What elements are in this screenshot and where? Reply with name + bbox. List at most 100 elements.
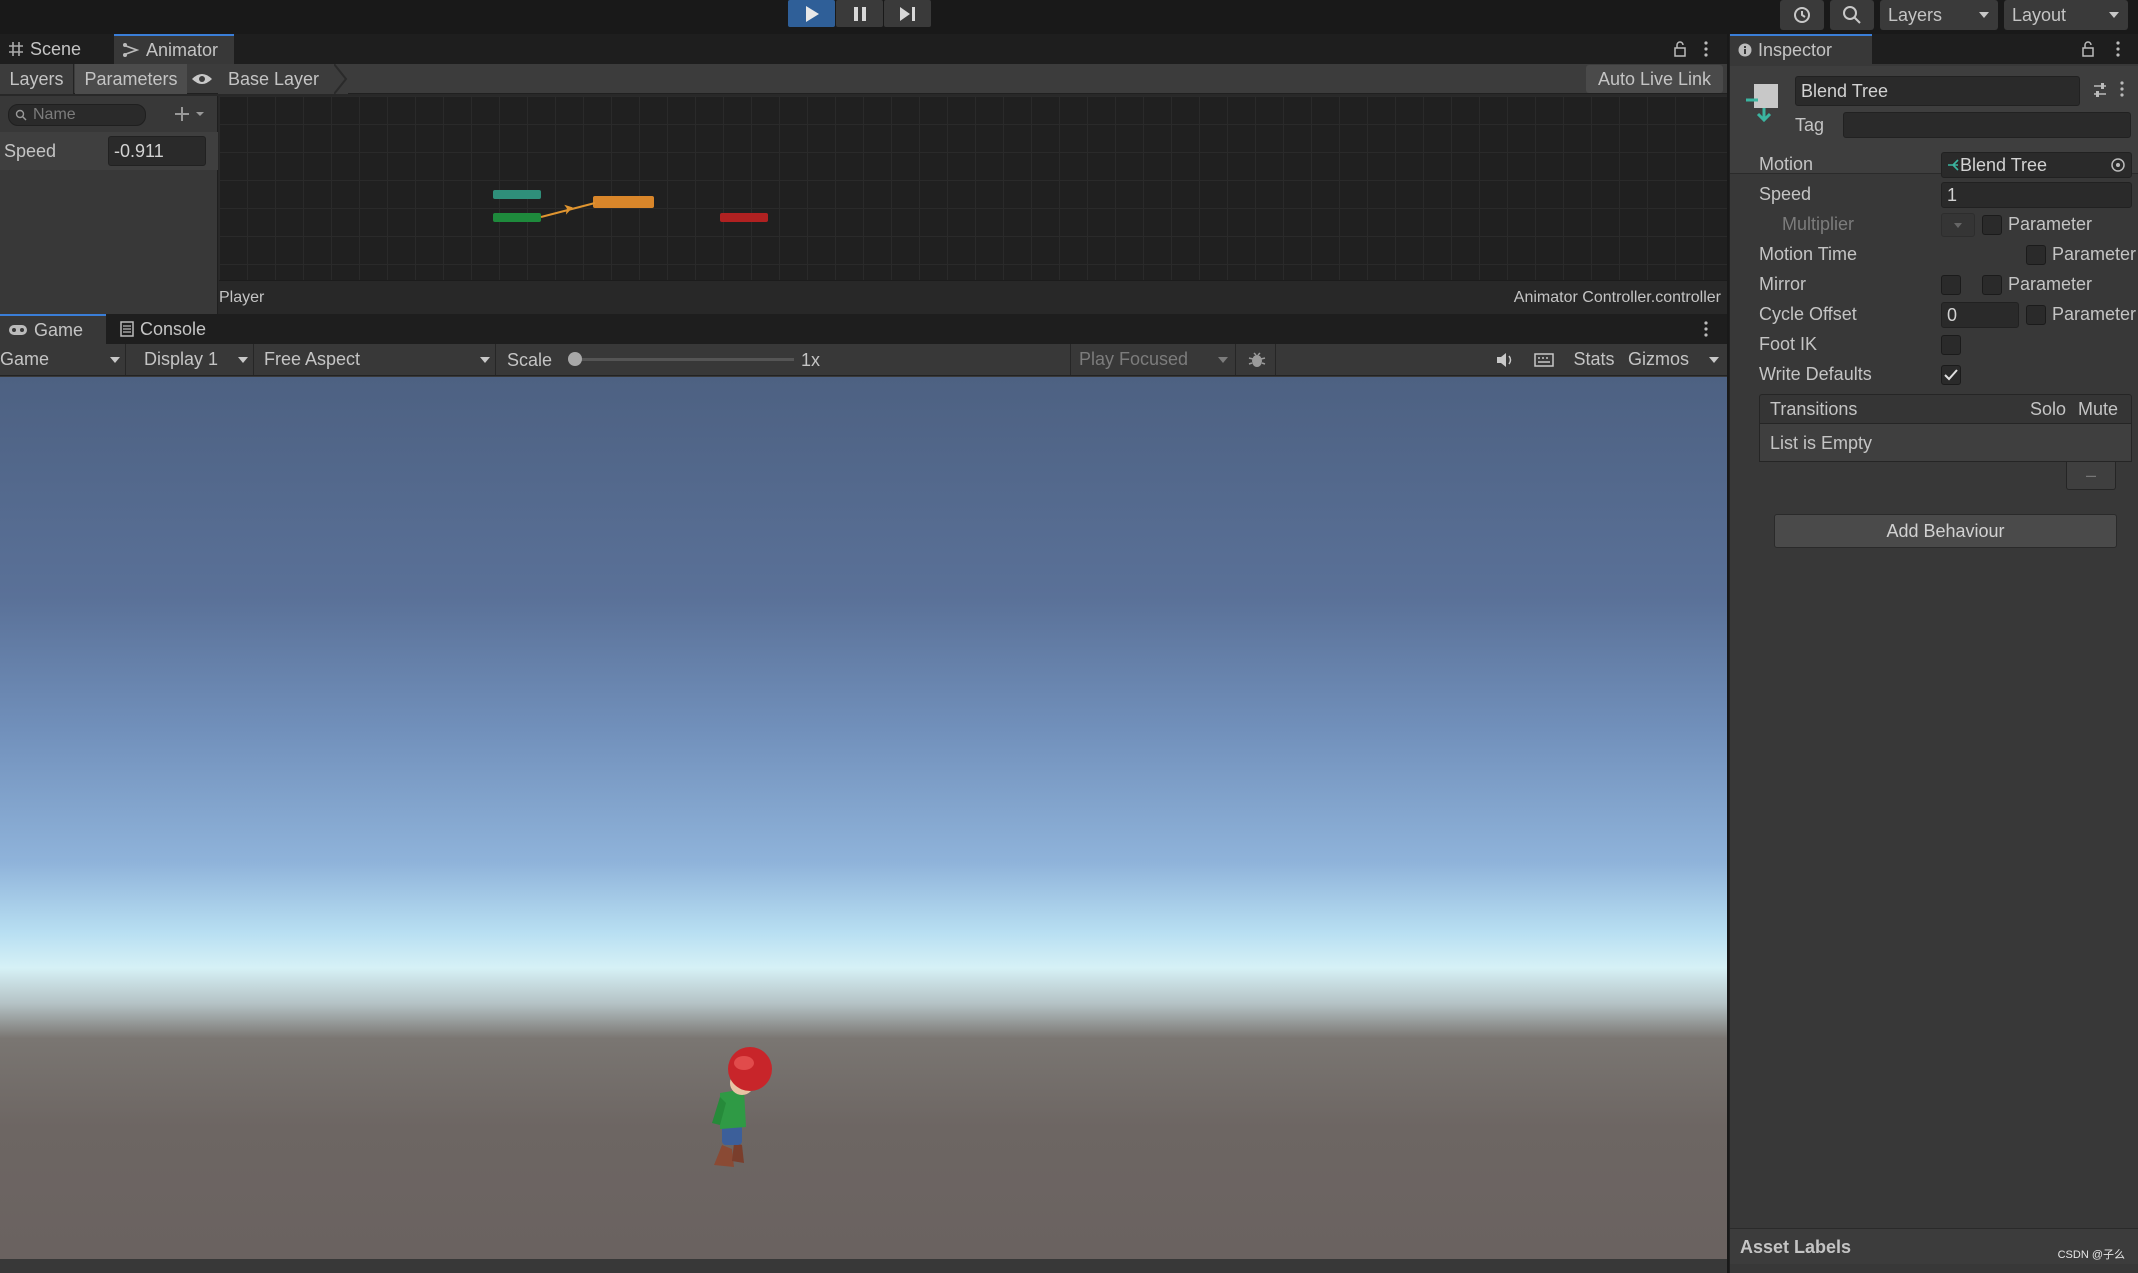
write-defaults-checkbox[interactable] [1941, 365, 1961, 385]
add-parameter-icon[interactable] [174, 106, 206, 122]
multiplier-parameter-checkbox[interactable] [1982, 215, 2002, 235]
parameter-search[interactable]: Name [8, 104, 146, 126]
add-behaviour-label: Add Behaviour [1886, 520, 2005, 541]
keyboard-icon [1534, 352, 1554, 367]
animator-footer: Player Animator Controller.controller [219, 280, 1727, 314]
search-button[interactable] [1830, 0, 1874, 30]
auto-live-link-label: Auto Live Link [1597, 68, 1712, 89]
shortcuts-button[interactable] [1526, 344, 1562, 375]
motion-value: Blend Tree [1960, 154, 2048, 175]
aspect-select[interactable]: Free Aspect [256, 344, 496, 375]
search-icon [15, 109, 27, 121]
grid-icon [9, 42, 23, 56]
step-button[interactable] [884, 0, 931, 27]
animator-subbar: Layers Parameters Base Layer Auto Live L… [0, 64, 1727, 94]
stats-button[interactable]: Stats [1566, 344, 1622, 375]
layout-dropdown[interactable]: Layout [2004, 0, 2128, 30]
speed-label: Speed [1759, 184, 1812, 204]
gamepad-icon [9, 325, 27, 335]
game-panel: Game Console Game Display 1 Free Aspect … [0, 314, 1727, 1273]
play-focused-label: Play Focused [1079, 349, 1189, 369]
tab-inspector[interactable]: Inspector [1730, 34, 1872, 64]
exit-state-node[interactable] [720, 213, 768, 222]
speed-field[interactable]: 1 [1941, 182, 2132, 208]
eye-icon[interactable] [191, 72, 213, 86]
dropdown-arrow-icon [110, 356, 120, 363]
display-select-label: Display 1 [144, 349, 219, 369]
kebab-menu-icon[interactable] [2115, 41, 2121, 57]
tab-scene[interactable]: Scene [0, 34, 112, 64]
lock-icon[interactable] [1673, 41, 1687, 57]
pause-button[interactable] [836, 0, 883, 27]
dropdown-arrow-icon [238, 356, 248, 363]
tag-field[interactable] [1843, 112, 2131, 138]
add-behaviour-button[interactable]: Add Behaviour [1774, 514, 2117, 548]
view-select[interactable]: Game [0, 344, 126, 375]
kebab-menu-icon[interactable] [2119, 81, 2125, 97]
cycle-offset-parameter-checkbox[interactable] [2026, 305, 2046, 325]
lock-icon[interactable] [2081, 41, 2095, 57]
tab-game[interactable]: Game [0, 314, 106, 344]
auto-live-link-button[interactable]: Auto Live Link [1586, 65, 1723, 93]
game-viewport[interactable] [0, 377, 1727, 1259]
search-icon [1843, 6, 1861, 24]
motion-field[interactable]: Blend Tree [1941, 152, 2132, 178]
remove-transition-symbol: – [2085, 465, 2096, 485]
list-empty-text: List is Empty [1770, 433, 1873, 453]
parameter-value-field[interactable]: -0.911 [108, 136, 206, 166]
debug-button[interactable] [1238, 344, 1276, 375]
parameter-row[interactable]: Speed -0.911 [0, 132, 218, 170]
gizmos-dropdown[interactable]: Gizmos [1624, 344, 1726, 375]
display-select[interactable]: Display 1 [136, 344, 254, 375]
scale-slider-thumb[interactable] [568, 352, 582, 366]
watermark: CSDN @子么 [2057, 1249, 2125, 1261]
multiplier-dropdown[interactable] [1941, 213, 1975, 237]
breadcrumb[interactable]: Base Layer [218, 64, 348, 94]
kebab-menu-icon[interactable] [1703, 321, 1709, 337]
motion-time-parameter-label: Parameter [2052, 244, 2137, 264]
cycle-offset-label: Cycle Offset [1759, 304, 1857, 324]
foot-ik-label: Foot IK [1759, 334, 1818, 354]
mirror-checkbox[interactable] [1941, 275, 1961, 295]
parameter-name: Speed [4, 141, 57, 161]
write-defaults-label: Write Defaults [1759, 364, 1872, 384]
layers-dropdown[interactable]: Layers [1880, 0, 1998, 30]
parameters-subtab[interactable]: Parameters [75, 64, 187, 94]
tab-console[interactable]: Console [112, 314, 232, 344]
scale-label: Scale [507, 350, 553, 370]
history-button[interactable] [1780, 0, 1824, 30]
motion-time-parameter-checkbox[interactable] [2026, 245, 2046, 265]
animator-graph[interactable] [219, 96, 1727, 280]
play-focused-select[interactable]: Play Focused [1070, 344, 1236, 375]
player-character [712, 1047, 772, 1167]
tab-animator[interactable]: Animator [114, 34, 234, 64]
any-state-node[interactable] [493, 213, 541, 222]
mirror-parameter-checkbox[interactable] [1982, 275, 2002, 295]
transition-arrow[interactable] [539, 200, 599, 220]
layers-subtab[interactable]: Layers [0, 64, 74, 94]
animator-tabbar: Scene Animator [0, 34, 1727, 64]
bug-icon [1248, 351, 1265, 367]
object-picker-icon[interactable] [2110, 157, 2126, 173]
main-toolbar: Layers Layout [0, 0, 2138, 34]
kebab-menu-icon[interactable] [1703, 41, 1709, 57]
cycle-offset-field[interactable]: 0 [1941, 302, 2019, 328]
foot-ik-checkbox[interactable] [1941, 335, 1961, 355]
parameter-value: -0.911 [114, 140, 164, 161]
state-name-field[interactable]: Blend Tree [1795, 76, 2080, 106]
multiplier-parameter-label: Parameter [2008, 214, 2093, 234]
transitions-header: Transitions Solo Mute [1759, 394, 2132, 424]
remove-transition-button[interactable]: – [2066, 462, 2116, 490]
scale-value: 1x [801, 350, 821, 370]
mute-audio-button[interactable] [1488, 344, 1522, 375]
blend-tree-state-node[interactable] [593, 196, 654, 208]
entry-state-node[interactable] [493, 190, 541, 199]
breadcrumb-base-layer: Base Layer [228, 68, 320, 89]
game-toolbar: Game Display 1 Free Aspect Scale 1x Play… [0, 344, 1727, 376]
parameter-search-placeholder: Name [33, 106, 76, 123]
preset-icon[interactable] [2092, 82, 2108, 98]
scale-slider-track[interactable] [570, 358, 794, 361]
state-name-value: Blend Tree [1801, 80, 1889, 101]
play-button[interactable] [788, 0, 835, 27]
motion-time-label: Motion Time [1759, 244, 1858, 264]
